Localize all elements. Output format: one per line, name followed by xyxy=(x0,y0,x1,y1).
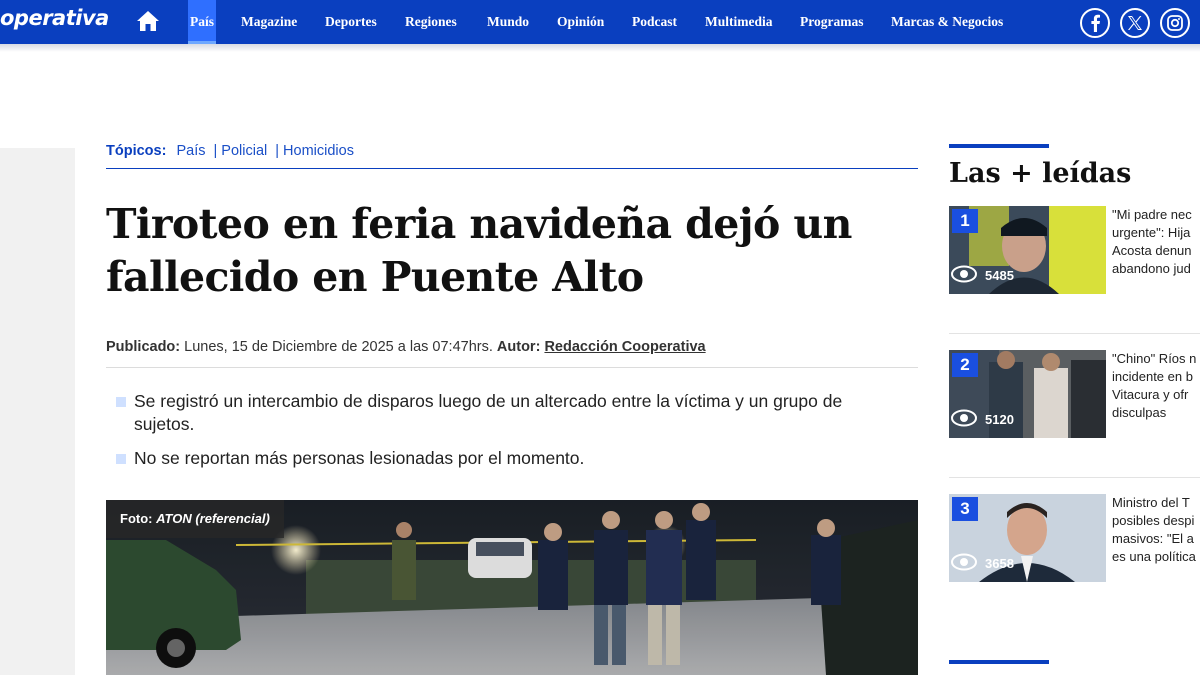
most-read-thumbnail[interactable]: 1 5485 xyxy=(949,206,1106,294)
nav-item-magazine[interactable]: Magazine xyxy=(241,0,297,44)
article-summary-bullets: Se registró un intercambio de disparos l… xyxy=(116,390,906,481)
view-count-value: 5120 xyxy=(985,411,1014,427)
most-read-item-1[interactable]: 1 5485 "Mi padre nec urgente": Hija Acost… xyxy=(949,206,1200,296)
most-read-thumbnail[interactable]: 3 3658 xyxy=(949,494,1106,582)
article-title: Tiroteo en feria navideña dejó un fallec… xyxy=(106,200,852,301)
summary-bullet: No se reportan más personas lesionadas p… xyxy=(116,447,906,470)
view-count: 3658 xyxy=(951,552,1014,574)
most-read-headline[interactable]: Ministro del Tposibles despi masivos: "E… xyxy=(1112,494,1200,566)
sidebar-accent-line xyxy=(949,144,1049,148)
photo-credit-label: Foto: xyxy=(120,511,153,526)
nav-item-programas[interactable]: Programas xyxy=(800,0,864,44)
rank-badge: 3 xyxy=(952,497,978,521)
most-read-thumbnail[interactable]: 2 5120 xyxy=(949,350,1106,438)
author-label: Autor: xyxy=(496,339,541,355)
eye-icon xyxy=(951,409,985,430)
summary-bullet: Se registró un intercambio de disparos l… xyxy=(116,390,906,436)
sidebar-divider xyxy=(949,333,1200,334)
topics-row: Tópicos: País | Policial | Homicidios xyxy=(106,143,918,169)
nav-item-deportes[interactable]: Deportes xyxy=(325,0,377,44)
published-label: Publicado: xyxy=(106,339,181,355)
eye-icon xyxy=(951,553,985,574)
nav-item-regiones[interactable]: Regiones xyxy=(405,0,457,44)
bullet-square-icon xyxy=(116,454,126,464)
view-count: 5120 xyxy=(951,408,1014,430)
photo-credit: Foto: ATON (referencial) xyxy=(106,500,284,538)
nav-item-opinion[interactable]: Opinión xyxy=(557,0,604,44)
eye-icon xyxy=(951,265,985,286)
view-count: 5485 xyxy=(951,264,1014,286)
topic-link-policial[interactable]: | Policial xyxy=(214,143,268,159)
view-count-value: 3658 xyxy=(985,555,1014,571)
site-logo[interactable]: operativa xyxy=(0,6,109,30)
most-read-headline[interactable]: "Mi padre nec urgente": Hija Acosta denun… xyxy=(1112,206,1200,278)
most-read-title: Las + leídas xyxy=(949,158,1132,189)
most-read-item-2[interactable]: 2 5120 "Chino" Ríos n incidente en b Vita… xyxy=(949,350,1200,440)
author-link[interactable]: Redacción Cooperativa xyxy=(544,339,705,355)
sidebar-accent-line xyxy=(949,660,1049,664)
summary-bullet-text: Se registró un intercambio de disparos l… xyxy=(134,391,843,434)
most-read-headline[interactable]: "Chino" Ríos n incidente en b Vitacura y … xyxy=(1112,350,1200,422)
nav-item-podcast[interactable]: Podcast xyxy=(632,0,677,44)
view-count-value: 5485 xyxy=(985,267,1014,283)
article-meta: Publicado: Lunes, 15 de Diciembre de 202… xyxy=(106,339,918,368)
article-photo[interactable]: Foto: ATON (referencial) xyxy=(106,500,918,675)
sidebar-divider xyxy=(949,477,1200,478)
instagram-icon[interactable] xyxy=(1160,8,1190,38)
nav-item-mundo[interactable]: Mundo xyxy=(487,0,529,44)
published-date: Lunes, 15 de Diciembre de 2025 a las 07:… xyxy=(184,339,493,355)
nav-item-multimedia[interactable]: Multimedia xyxy=(705,0,773,44)
top-navigation-bar: operativa País Magazine Deportes Regione… xyxy=(0,0,1200,44)
topics-label: Tópicos: xyxy=(106,143,167,159)
rank-badge: 1 xyxy=(952,209,978,233)
topic-link-homicidios[interactable]: | Homicidios xyxy=(275,143,354,159)
summary-bullet-text: No se reportan más personas lesionadas p… xyxy=(134,448,585,468)
bullet-square-icon xyxy=(116,397,126,407)
most-read-item-3[interactable]: 3 3658 Ministro del Tposibles despi masi… xyxy=(949,494,1200,584)
nav-item-marcas-negocios[interactable]: Marcas & Negocios xyxy=(891,0,1003,44)
facebook-icon[interactable] xyxy=(1080,8,1110,38)
photo-credit-source: ATON (referencial) xyxy=(156,511,270,526)
nav-shadow xyxy=(0,44,1200,52)
rank-badge: 2 xyxy=(952,353,978,377)
home-icon[interactable] xyxy=(136,10,160,32)
x-twitter-icon[interactable] xyxy=(1120,8,1150,38)
topic-link-pais[interactable]: País xyxy=(176,143,205,159)
left-gutter xyxy=(0,148,75,675)
nav-item-pais[interactable]: País xyxy=(188,0,217,44)
